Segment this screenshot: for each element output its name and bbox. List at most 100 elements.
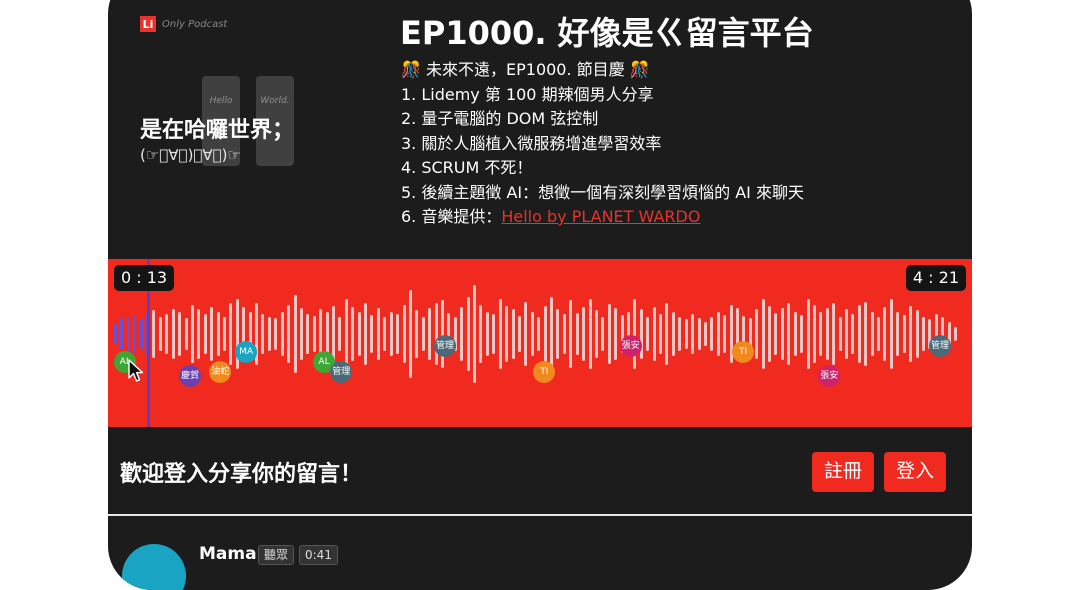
- waveform-bar[interactable]: [710, 317, 714, 351]
- waveform-bar[interactable]: [441, 300, 445, 368]
- waveform-bar[interactable]: [646, 317, 650, 351]
- waveform-bar[interactable]: [466, 297, 470, 371]
- waveform-bar[interactable]: [768, 306, 772, 362]
- waveform-bar[interactable]: [171, 308, 175, 360]
- waveform-bar[interactable]: [780, 308, 784, 360]
- waveform-bar[interactable]: [210, 307, 214, 361]
- waveform-bar[interactable]: [774, 312, 778, 356]
- waveform-bar[interactable]: [915, 310, 919, 358]
- commenter-avatar[interactable]: 管理: [929, 335, 952, 357]
- waveform-bar[interactable]: [723, 314, 727, 354]
- waveform-bar[interactable]: [819, 311, 823, 357]
- waveform-bar[interactable]: [787, 302, 791, 366]
- waveform-bar[interactable]: [537, 317, 541, 351]
- waveform-bar[interactable]: [575, 312, 579, 356]
- waveform-bar[interactable]: [332, 306, 335, 362]
- waveform-bar[interactable]: [190, 304, 194, 364]
- waveform-bar[interactable]: [857, 304, 861, 364]
- waveform-bar[interactable]: [614, 308, 618, 360]
- waveform-bar[interactable]: [588, 299, 592, 369]
- waveform-bar[interactable]: [139, 319, 143, 349]
- waveform-bar[interactable]: [479, 304, 483, 364]
- waveform-bar[interactable]: [492, 313, 496, 355]
- waveform-bar[interactable]: [671, 311, 675, 357]
- waveform-bar[interactable]: [460, 307, 464, 361]
- waveform-bar[interactable]: [421, 317, 425, 351]
- waveform-bar[interactable]: [659, 313, 663, 355]
- waveform-bar[interactable]: [184, 318, 188, 350]
- waveform-bar[interactable]: [844, 309, 848, 359]
- waveform-bar[interactable]: [825, 308, 829, 360]
- waveform-bar[interactable]: [909, 306, 913, 362]
- waveform-bar[interactable]: [543, 306, 547, 362]
- waveform-bar[interactable]: [601, 317, 605, 351]
- waveform-bar[interactable]: [665, 302, 669, 366]
- waveform-bar[interactable]: [851, 313, 855, 355]
- waveform-bar[interactable]: [485, 311, 489, 357]
- waveform-bar[interactable]: [550, 297, 554, 371]
- waveform-bar[interactable]: [415, 310, 419, 358]
- waveform-bar[interactable]: [293, 294, 297, 374]
- waveform-bar[interactable]: [498, 299, 502, 369]
- waveform-bar[interactable]: [530, 311, 534, 357]
- waveform-bar[interactable]: [877, 317, 881, 351]
- waveform-bar[interactable]: [152, 310, 156, 358]
- waveform-bar[interactable]: [203, 313, 207, 355]
- waveform-bar[interactable]: [287, 304, 291, 364]
- waveform-bar[interactable]: [678, 317, 682, 351]
- waveform-bar[interactable]: [832, 302, 836, 366]
- waveform-bar[interactable]: [396, 313, 400, 355]
- waveform-bar[interactable]: [408, 290, 412, 378]
- waveform-bar[interactable]: [216, 311, 220, 357]
- waveform-bar[interactable]: [691, 313, 695, 355]
- waveform-bar[interactable]: [344, 299, 348, 369]
- register-button[interactable]: 註冊: [812, 452, 875, 492]
- avatar[interactable]: [122, 544, 186, 590]
- waveform-bar[interactable]: [223, 317, 226, 351]
- waveform-bar[interactable]: [280, 311, 284, 357]
- waveform-bar[interactable]: [755, 309, 759, 359]
- commenter-avatar[interactable]: 慶賀: [179, 365, 202, 387]
- waveform-bar[interactable]: [120, 318, 124, 350]
- waveform-bar[interactable]: [389, 311, 393, 357]
- waveform-bar[interactable]: [114, 323, 117, 345]
- commenter-avatar[interactable]: 張安: [619, 335, 642, 357]
- waveform-bar[interactable]: [652, 307, 656, 361]
- waveform-bar[interactable]: [511, 309, 515, 359]
- waveform-bar[interactable]: [197, 309, 201, 359]
- music-credit-link[interactable]: Hello by PLANET WARDO: [501, 207, 700, 226]
- waveform-bar[interactable]: [383, 317, 387, 351]
- waveform-bar[interactable]: [806, 299, 810, 369]
- waveform-bar[interactable]: [524, 301, 528, 367]
- waveform-bar[interactable]: [165, 313, 169, 355]
- waveform-bar[interactable]: [864, 301, 868, 367]
- waveform-bar[interactable]: [761, 299, 765, 369]
- waveform-player[interactable]: AL 慶賀 油蛇 MA AL 管理 管理 TI 張安 TI 張安 管理 0 : 13 4 : 21: [108, 259, 972, 427]
- comment-timestamp[interactable]: 0:41: [299, 545, 338, 565]
- waveform-bar[interactable]: [434, 302, 438, 366]
- waveform-bar[interactable]: [325, 311, 329, 357]
- waveform-bar[interactable]: [312, 316, 316, 352]
- waveform-bar[interactable]: [473, 284, 477, 384]
- waveform-bar[interactable]: [306, 313, 310, 355]
- waveform-bar[interactable]: [402, 304, 406, 364]
- waveform-bar[interactable]: [703, 321, 707, 347]
- waveform-bar[interactable]: [800, 314, 804, 354]
- waveform-bar[interactable]: [357, 311, 361, 357]
- waveform-bar[interactable]: [158, 317, 162, 351]
- waveform-bar[interactable]: [126, 317, 130, 351]
- waveform-bar[interactable]: [684, 319, 688, 349]
- waveform-bar[interactable]: [338, 317, 342, 351]
- waveform-bar[interactable]: [556, 309, 560, 359]
- waveform-bar[interactable]: [364, 302, 368, 366]
- waveform-bar[interactable]: [299, 308, 303, 360]
- waveform-bar[interactable]: [921, 317, 925, 351]
- waveform-bar[interactable]: [428, 308, 432, 360]
- waveform-bar[interactable]: [261, 314, 265, 354]
- waveform-bar[interactable]: [633, 299, 637, 369]
- waveform-bar[interactable]: [697, 318, 701, 350]
- waveform-bar[interactable]: [133, 314, 137, 354]
- waveform-bar[interactable]: [569, 300, 573, 368]
- waveform-bar[interactable]: [562, 313, 566, 355]
- waveform-bar[interactable]: [582, 307, 586, 361]
